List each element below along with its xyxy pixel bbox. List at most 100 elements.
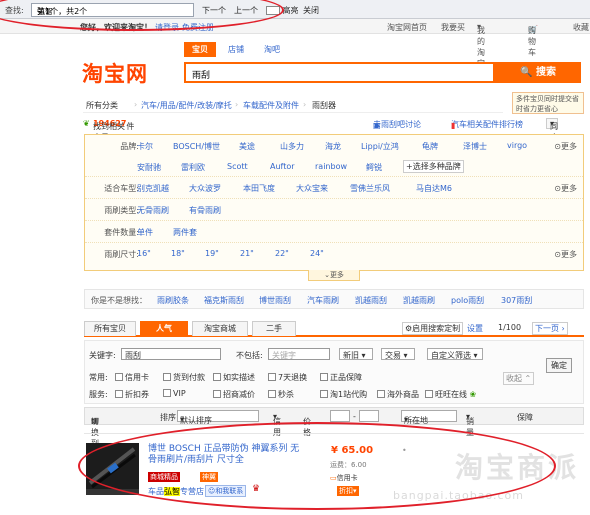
related-link[interactable]: 凯越雨刷 bbox=[403, 295, 435, 306]
car-link[interactable]: 大众宝来 bbox=[296, 183, 328, 194]
sales-sort[interactable]: 销量▾ bbox=[466, 412, 474, 437]
car-link[interactable]: 马自达M6 bbox=[416, 183, 452, 194]
related-link[interactable]: 雨刷胶条 bbox=[157, 295, 189, 306]
brand-link[interactable]: 龟牌 bbox=[422, 141, 438, 152]
search-input[interactable]: 雨刮 bbox=[184, 62, 495, 83]
tab-shop[interactable]: 店铺 bbox=[220, 42, 252, 57]
condition-select[interactable]: 新旧 ▾ bbox=[339, 348, 373, 360]
location-select[interactable]: 所在地 ▾ bbox=[401, 410, 457, 425]
brand-more-button[interactable]: ⊙更多 bbox=[554, 141, 577, 152]
select-multi-brand-button[interactable]: +选择多种品牌 bbox=[403, 160, 464, 173]
related-link[interactable]: 博世雨刮 bbox=[259, 295, 291, 306]
size-link[interactable]: 18" bbox=[171, 249, 185, 258]
result-row: ❦ 找到相关宝贝194627件 ▣ 去雨刮吧讨论 ▮ 汽车相关配件排行榜 同店购… bbox=[83, 117, 583, 153]
find-close-button[interactable]: 关闭 bbox=[303, 5, 319, 16]
taobao-logo[interactable]: 淘宝网 bbox=[82, 58, 148, 88]
car-more-button[interactable]: ⊙更多 bbox=[554, 183, 577, 194]
brand-link[interactable]: 安耐驰 bbox=[137, 162, 161, 173]
rank-link[interactable]: ▮ 汽车相关配件排行榜 bbox=[451, 119, 523, 130]
brand-link[interactable]: virgo bbox=[507, 141, 527, 150]
search-button[interactable]: 🔍 搜索 bbox=[495, 62, 581, 83]
related-link[interactable]: 307雨刮 bbox=[501, 295, 532, 306]
discount-checkbox[interactable]: 招商减价 bbox=[213, 389, 255, 400]
exclude-input[interactable]: 关键字 bbox=[268, 348, 330, 360]
custom-search-button[interactable]: ⚙启用搜索定制 bbox=[402, 322, 464, 335]
custom-filter-select[interactable]: 自定义筛选 ▾ bbox=[427, 348, 483, 360]
cod-checkbox[interactable]: 货到付款 bbox=[163, 372, 205, 383]
page-indicator: 1/100 bbox=[498, 323, 522, 332]
tab-tieba[interactable]: 淘吧 bbox=[256, 42, 288, 57]
brand-link[interactable]: Auftor bbox=[270, 162, 295, 171]
crumb-all[interactable]: 所有分类 bbox=[86, 100, 118, 111]
crumb-parts[interactable]: 车载配件及附件 bbox=[243, 100, 299, 111]
size-more-button[interactable]: ⊙更多 bbox=[554, 249, 577, 260]
discuss-link[interactable]: ▣ 去雨刮吧讨论 bbox=[373, 119, 421, 130]
trade-select[interactable]: 交易 ▾ bbox=[381, 348, 415, 360]
related-link[interactable]: polo雨刮 bbox=[451, 295, 484, 306]
price-min-input[interactable] bbox=[330, 410, 350, 422]
credit-card-checkbox[interactable]: 信用卡 bbox=[115, 372, 149, 383]
overseas-checkbox[interactable]: 海外商品 bbox=[377, 389, 419, 400]
vip-checkbox[interactable]: VIP bbox=[163, 389, 186, 398]
related-searches: 你是不是想找： 雨刷胶条 福克斯雨刮 博世雨刮 汽车雨刷 凯越雨刮 凯越雨刷 p… bbox=[84, 289, 584, 309]
car-link[interactable]: 别克凯越 bbox=[137, 183, 169, 194]
brand-link[interactable]: Scott bbox=[227, 162, 248, 171]
return-checkbox[interactable]: 7天退换 bbox=[268, 372, 307, 383]
brand-link[interactable]: 美途 bbox=[239, 141, 255, 152]
credit-sort[interactable]: 信用▾ bbox=[273, 412, 281, 437]
next-page-button[interactable]: 下一页 › bbox=[532, 322, 568, 335]
brand-link[interactable]: 卡尔 bbox=[137, 141, 153, 152]
tab-item[interactable]: 宝贝 bbox=[184, 42, 216, 57]
size-link[interactable]: 22" bbox=[275, 249, 289, 258]
brand-link[interactable]: 鳄锐 bbox=[366, 162, 382, 173]
home-link[interactable]: 淘宝网首页 bbox=[387, 22, 427, 33]
crumb-auto[interactable]: 汽车/用品/配件/改装/摩托 bbox=[141, 100, 232, 111]
related-link[interactable]: 福克斯雨刮 bbox=[204, 295, 244, 306]
buy-link[interactable]: 我要买 bbox=[441, 22, 465, 33]
type-link[interactable]: 有骨雨刷 bbox=[189, 205, 221, 216]
brand-link[interactable]: 山多力 bbox=[280, 141, 304, 152]
settings-link[interactable]: 设置 bbox=[467, 323, 483, 334]
car-link[interactable]: 雪佛兰乐风 bbox=[350, 183, 390, 194]
related-link[interactable]: 汽车雨刷 bbox=[307, 295, 339, 306]
mytaobao-link[interactable]: 我的淘宝 ▾ bbox=[477, 22, 485, 68]
tab-popular[interactable]: 人气 bbox=[140, 321, 188, 336]
seckill-checkbox[interactable]: 秒杀 bbox=[268, 389, 294, 400]
size-row: 雨刷尺寸: 16" 18" 19" 21" 22" 24" ⊙更多 bbox=[104, 249, 577, 260]
related-link[interactable]: 凯越雨刮 bbox=[355, 295, 387, 306]
brand-link[interactable]: 海龙 bbox=[325, 141, 341, 152]
proxy-checkbox[interactable]: 淘1站代购 bbox=[320, 389, 367, 400]
guarantee-filter[interactable]: 保障 bbox=[517, 412, 533, 423]
expand-filters-button[interactable]: ⌄更多 bbox=[308, 270, 360, 281]
keyword-input[interactable]: 雨刮 bbox=[121, 348, 221, 360]
size-link[interactable]: 16" bbox=[137, 249, 151, 258]
size-link[interactable]: 21" bbox=[240, 249, 254, 258]
brand-link[interactable]: Lippi/立鸿 bbox=[361, 141, 399, 152]
tab-mall[interactable]: 淘宝商城 bbox=[192, 321, 248, 336]
collapse-button[interactable]: 收起 ⌃ bbox=[503, 372, 535, 385]
type-row: 雨刷类型: 无骨雨刷 有骨雨刷 bbox=[85, 199, 583, 221]
brand-link[interactable]: rainbow bbox=[315, 162, 347, 171]
genuine-checkbox[interactable]: 正品保障 bbox=[320, 372, 362, 383]
tip-box[interactable]: 多件宝贝同时提交省时省力更省心 bbox=[512, 92, 584, 114]
type-link[interactable]: 无骨雨刷 bbox=[137, 205, 169, 216]
brand-link[interactable]: 泽博士 bbox=[463, 141, 487, 152]
tab-secondhand[interactable]: 二手 bbox=[252, 321, 296, 336]
size-link[interactable]: 19" bbox=[205, 249, 219, 258]
price-max-input[interactable] bbox=[359, 410, 379, 422]
kit-link[interactable]: 两件套 bbox=[173, 227, 197, 238]
same-shop-button[interactable]: 同店购 ▾ bbox=[546, 118, 559, 153]
tab-all-items[interactable]: 所有宝贝 bbox=[84, 321, 136, 336]
sort-select[interactable]: 默认排序 ▾ bbox=[177, 410, 259, 425]
confirm-button[interactable]: 确定 bbox=[546, 358, 572, 373]
car-link[interactable]: 大众波罗 bbox=[189, 183, 221, 194]
brand-link[interactable]: 雷利欧 bbox=[181, 162, 205, 173]
coupon-checkbox[interactable]: 折扣券 bbox=[115, 389, 149, 400]
fav-link[interactable]: 收藏 bbox=[573, 22, 589, 33]
car-link[interactable]: 本田飞度 bbox=[243, 183, 275, 194]
brand-link[interactable]: BOSCH/博世 bbox=[173, 141, 220, 152]
accurate-checkbox[interactable]: 如实描述 bbox=[213, 372, 255, 383]
kit-link[interactable]: 单件 bbox=[137, 227, 153, 238]
online-checkbox[interactable]: 旺旺在线 ❀ bbox=[425, 389, 476, 400]
size-link[interactable]: 24" bbox=[310, 249, 324, 258]
